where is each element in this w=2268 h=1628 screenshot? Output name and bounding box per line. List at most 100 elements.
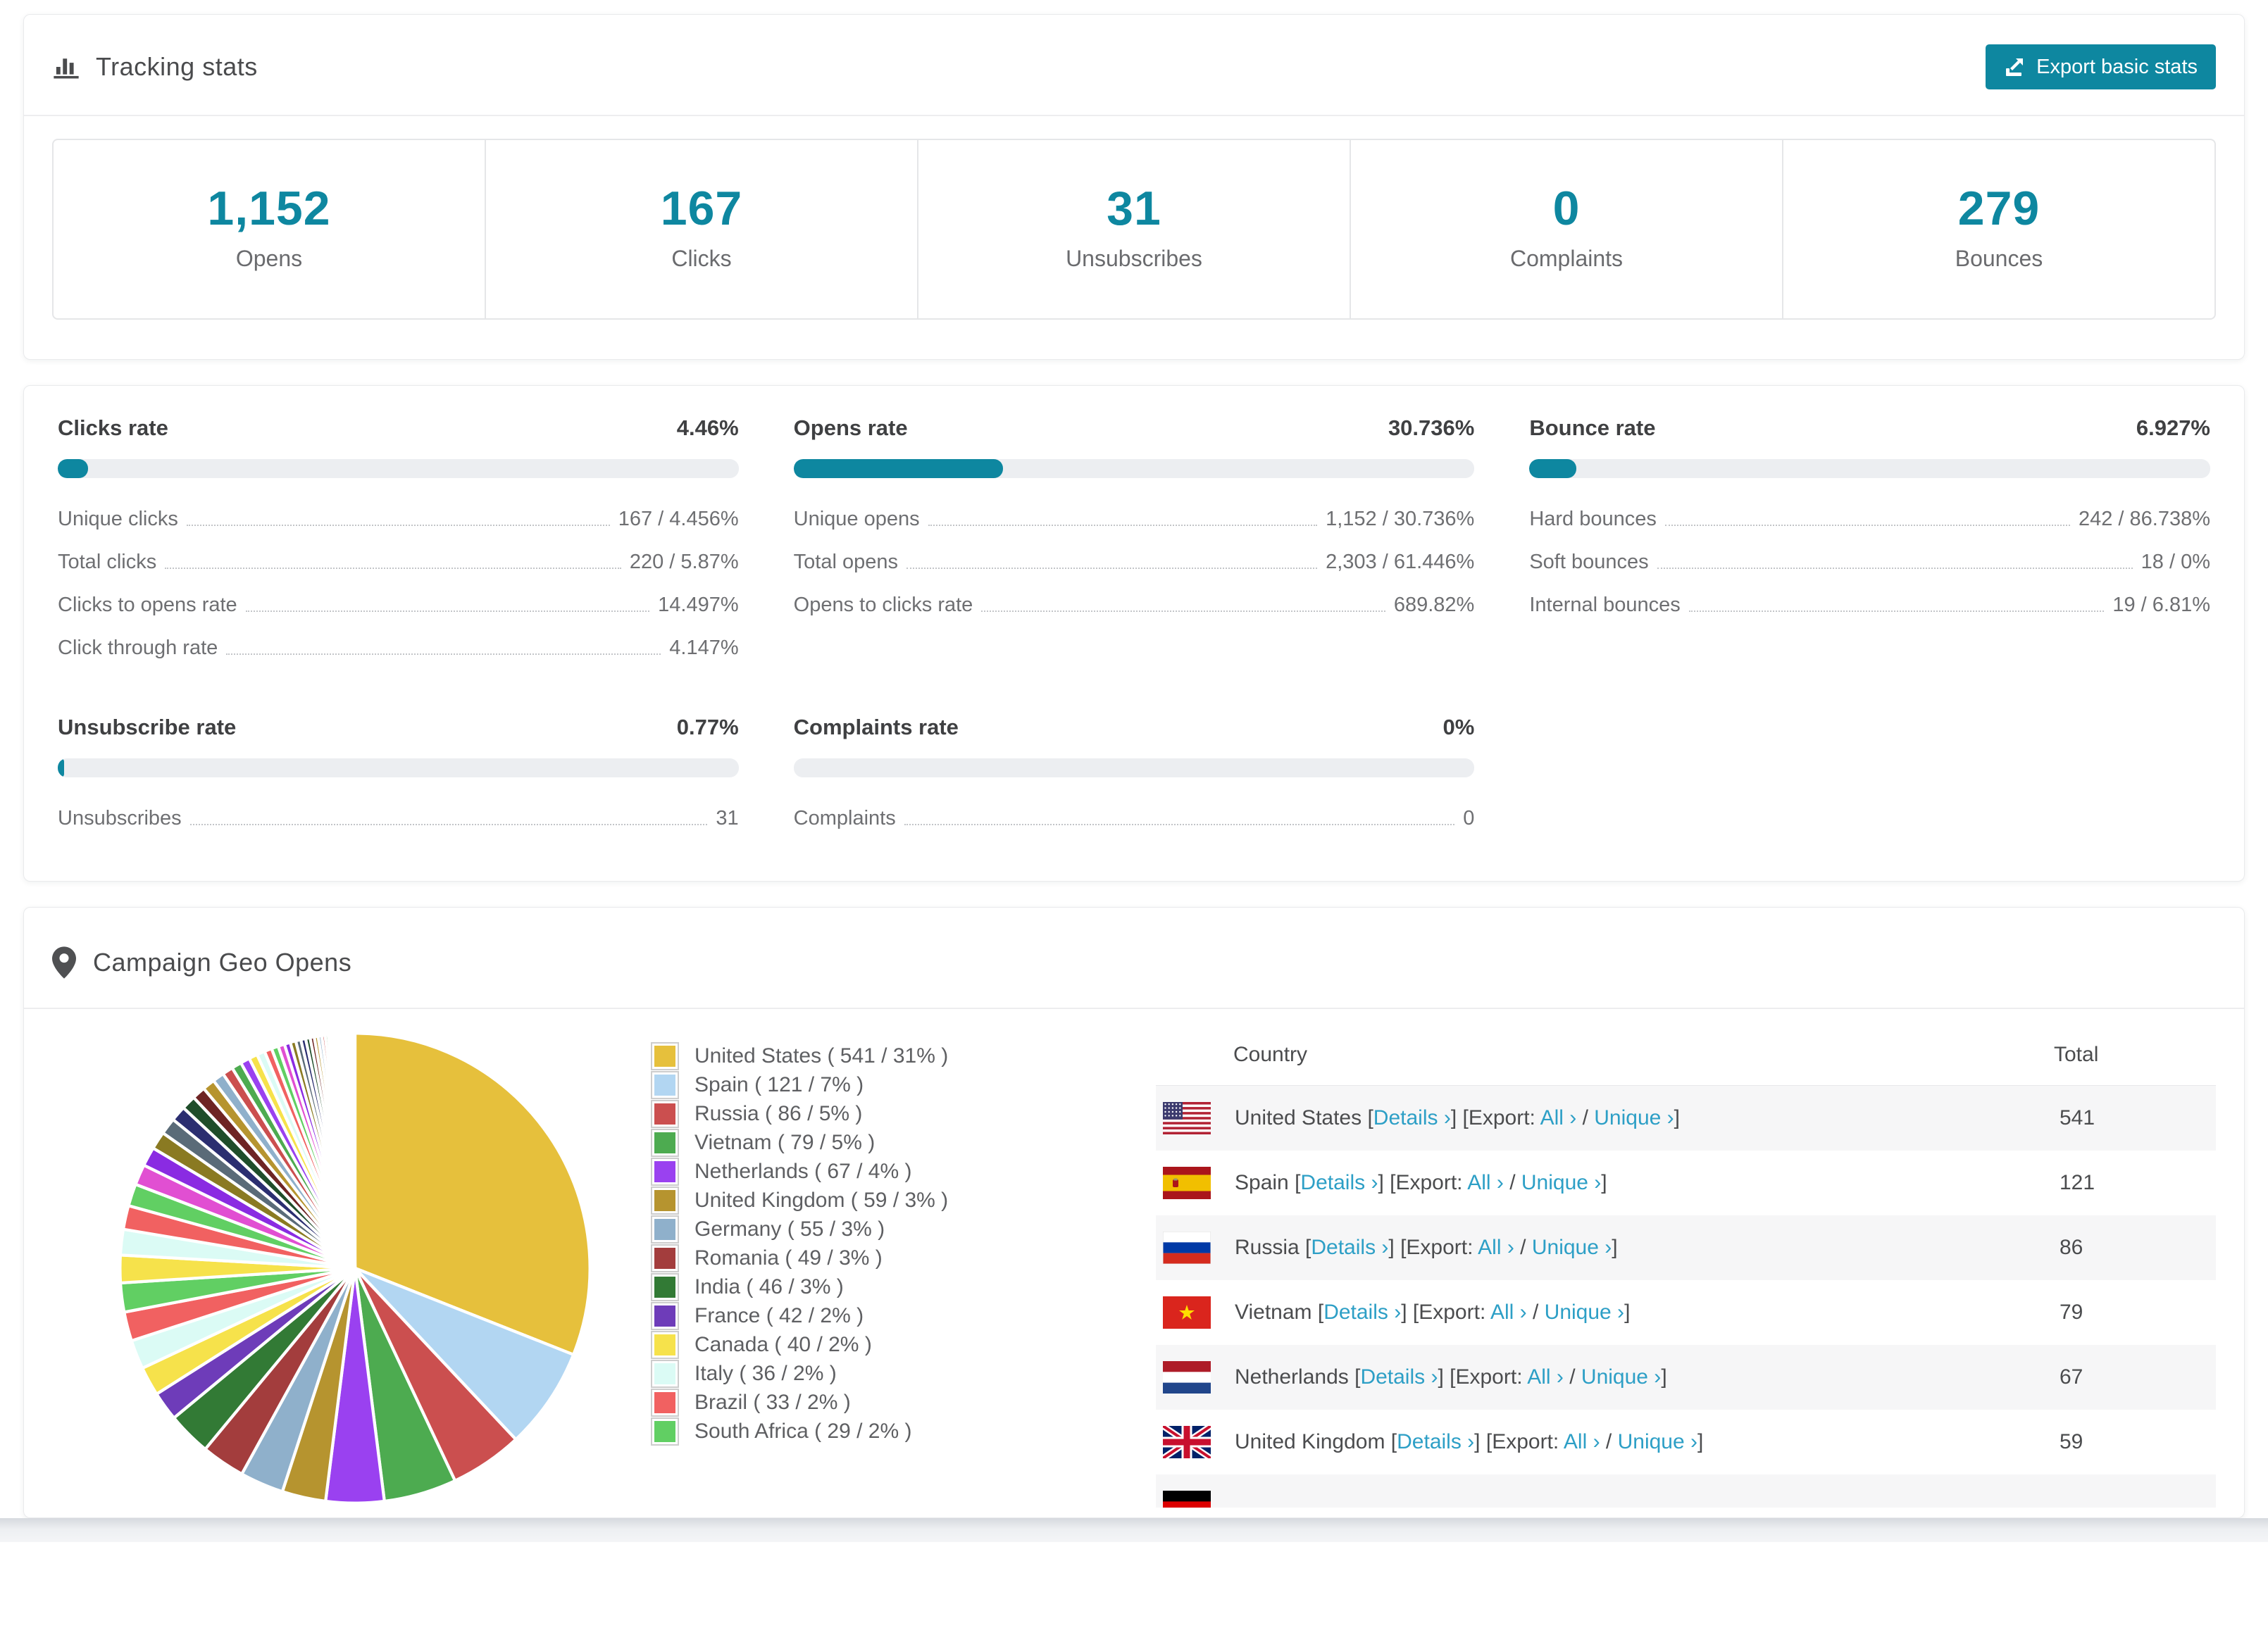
export-all-link[interactable]: All › <box>1490 1301 1527 1324</box>
export-basic-stats-button[interactable]: Export basic stats <box>1986 44 2216 89</box>
export-all-link[interactable]: All › <box>1478 1236 1514 1259</box>
pie-slice-tail-45[interactable] <box>352 1032 357 1269</box>
export-unique-link[interactable]: Unique › <box>1545 1301 1624 1324</box>
geo-pie-chart <box>116 1029 594 1508</box>
legend-item-france[interactable]: France ( 42 / 2% ) <box>651 1301 948 1330</box>
details-link[interactable]: Details › <box>1323 1301 1401 1324</box>
flag-nl-icon <box>1163 1361 1211 1394</box>
legend-label: Vietnam ( 79 / 5% ) <box>694 1130 876 1154</box>
progress-bar-track <box>793 758 1475 777</box>
legend-swatch <box>651 1128 679 1157</box>
country-name: Russia <box>1235 1236 1300 1259</box>
bracket: ] <box>1674 1106 1680 1129</box>
rate-detail-value: 4.147% <box>669 637 739 659</box>
rate-detail-value: 1,152 / 30.736% <box>1326 508 1475 530</box>
flag-de-icon <box>1163 1491 1211 1508</box>
legend-swatch <box>651 1157 679 1186</box>
export-unique-link[interactable]: Unique › <box>1581 1365 1661 1389</box>
legend-item-romania[interactable]: Romania ( 49 / 3% ) <box>651 1244 948 1272</box>
export-prefix: Export: <box>1455 1365 1523 1389</box>
export-unique-link[interactable]: Unique › <box>1532 1236 1612 1259</box>
export-all-link[interactable]: All › <box>1527 1365 1564 1389</box>
rate-detail-row: Click through rate 4.147% <box>58 637 739 660</box>
rate-block-unsubscribe-rate: Unsubscribe rate 0.77% Unsubscribes 31 <box>58 715 739 830</box>
legend-item-germany[interactable]: Germany ( 55 / 3% ) <box>651 1215 948 1244</box>
flag-vn-icon <box>1163 1296 1211 1329</box>
legend-label: Germany ( 55 / 3% ) <box>694 1217 885 1241</box>
rate-detail-value: 2,303 / 61.446% <box>1326 551 1475 573</box>
dotted-leader <box>165 568 621 569</box>
rate-detail-label: Unique opens <box>793 508 920 530</box>
export-button-label: Export basic stats <box>2036 55 2198 78</box>
rate-detail-row: Unique opens 1,152 / 30.736% <box>794 508 1475 531</box>
export-unique-link[interactable]: Unique › <box>1618 1430 1697 1453</box>
page-bottom-shadow <box>0 1518 2268 1542</box>
rate-detail-row: Opens to clicks rate 689.82% <box>794 594 1475 617</box>
export-prefix: Export: <box>1406 1236 1473 1259</box>
rate-detail-value: 19 / 6.81% <box>2112 594 2210 616</box>
rate-value: 4.46% <box>676 415 739 440</box>
legend-swatch <box>651 1099 679 1128</box>
legend-label: France ( 42 / 2% ) <box>694 1303 864 1327</box>
details-link[interactable]: Details › <box>1311 1236 1388 1259</box>
legend-item-russia[interactable]: Russia ( 86 / 5% ) <box>651 1099 948 1128</box>
stat-value: 279 <box>1957 182 2040 235</box>
table-row-netherlands: Netherlands [Details ›] [Export: All › /… <box>1156 1345 2216 1410</box>
bracket: [ <box>1348 1365 1361 1389</box>
legend-item-netherlands[interactable]: Netherlands ( 67 / 4% ) <box>651 1157 948 1186</box>
legend-item-vietnam[interactable]: Vietnam ( 79 / 5% ) <box>651 1128 948 1157</box>
rate-detail-label: Soft bounces <box>1529 551 1649 573</box>
dotted-leader <box>186 525 610 526</box>
stat-cell-clicks: 167 Clicks <box>486 140 918 318</box>
stat-value: 31 <box>1107 182 1161 235</box>
legend-item-south-africa[interactable]: South Africa ( 29 / 2% ) <box>651 1417 948 1446</box>
legend-item-canada[interactable]: Canada ( 40 / 2% ) <box>651 1330 948 1359</box>
export-all-link[interactable]: All › <box>1467 1171 1504 1194</box>
column-header-total: Total <box>2054 1043 2099 1066</box>
rate-detail-value: 220 / 5.87% <box>629 551 739 573</box>
page-title: Tracking stats <box>96 52 258 81</box>
rate-detail-row: Clicks to opens rate 14.497% <box>58 594 739 617</box>
dotted-leader <box>928 525 1318 526</box>
legend-label: Brazil ( 33 / 2% ) <box>694 1390 851 1414</box>
details-link[interactable]: Details › <box>1373 1106 1451 1129</box>
legend-label: Canada ( 40 / 2% ) <box>694 1332 872 1356</box>
table-row-russia: Russia [Details ›] [Export: All › / Uniq… <box>1156 1215 2216 1280</box>
slash: / <box>1514 1236 1532 1259</box>
details-link[interactable]: Details › <box>1397 1430 1474 1453</box>
export-unique-link[interactable]: Unique › <box>1594 1106 1674 1129</box>
rate-detail-rows: Hard bounces 242 / 86.738% Soft bounces … <box>1529 508 2210 617</box>
rate-detail-row: Unsubscribes 31 <box>58 807 739 830</box>
legend-item-brazil[interactable]: Brazil ( 33 / 2% ) <box>651 1388 948 1417</box>
map-pin-icon <box>52 946 76 979</box>
export-all-link[interactable]: All › <box>1540 1106 1577 1129</box>
legend-swatch <box>651 1041 679 1070</box>
legend-label: Russia ( 86 / 5% ) <box>694 1101 863 1125</box>
bracket: [ <box>1311 1301 1324 1324</box>
details-link[interactable]: Details › <box>1360 1365 1438 1389</box>
export-all-link[interactable]: All › <box>1564 1430 1600 1453</box>
progress-bar-track <box>58 459 739 478</box>
column-header-country: Country <box>1233 1043 1308 1066</box>
legend-item-spain[interactable]: Spain ( 121 / 7% ) <box>651 1070 948 1099</box>
details-link[interactable]: Details › <box>1300 1171 1378 1194</box>
legend-item-united-states[interactable]: United States ( 541 / 31% ) <box>651 1041 948 1070</box>
legend-item-italy[interactable]: Italy ( 36 / 2% ) <box>651 1359 948 1388</box>
progress-bar-fill <box>793 459 1003 478</box>
legend-item-united-kingdom[interactable]: United Kingdom ( 59 / 3% ) <box>651 1186 948 1215</box>
legend-item-india[interactable]: India ( 46 / 3% ) <box>651 1272 948 1301</box>
legend-label: Romania ( 49 / 3% ) <box>694 1246 883 1270</box>
export-unique-link[interactable]: Unique › <box>1521 1171 1601 1194</box>
progress-bar-fill <box>1529 459 1577 478</box>
export-prefix: Export: <box>1468 1106 1535 1129</box>
rate-detail-value: 18 / 0% <box>2141 551 2210 573</box>
rate-value: 0% <box>1443 715 1475 739</box>
rate-detail-row: Unique clicks 167 / 4.456% <box>58 508 739 531</box>
flag-us-icon <box>1163 1102 1211 1134</box>
dotted-leader <box>1657 568 2133 569</box>
rate-block-opens-rate: Opens rate 30.736% Unique opens 1,152 / … <box>793 415 1475 660</box>
header-divider <box>24 115 2244 116</box>
progress-bar-fill <box>58 758 64 777</box>
rate-block-bounce-rate: Bounce rate 6.927% Hard bounces 242 / 86… <box>1529 415 2210 660</box>
